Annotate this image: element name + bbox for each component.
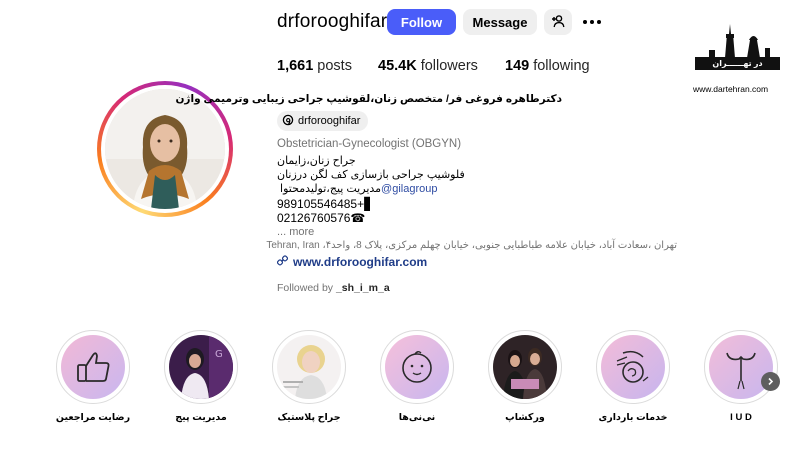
profile-category: Obstetrician-Gynecologist (OBGYN): [277, 138, 462, 150]
bio-line-2: فلوشیپ جراحی بازسازی کف لگن درزنان: [277, 169, 465, 181]
watermark-url: www.dartehran.com: [693, 84, 769, 94]
profile-full-name: دکترطاهره فروغی فر/ متخصص زنان،لقوشیپ جر…: [175, 93, 562, 105]
following-stat[interactable]: 149 following: [505, 58, 590, 74]
iud-icon: [709, 335, 773, 399]
portrait-photo: [277, 335, 341, 399]
profile-username: drforooghifar: [277, 11, 388, 32]
suggested-users-button[interactable]: [544, 9, 572, 35]
followed-by[interactable]: Followed by _sh_i_m_a: [277, 282, 390, 294]
follow-button[interactable]: Follow: [387, 9, 456, 35]
bio-line-1: جراح زنان،زایمان: [277, 155, 356, 167]
threads-badge[interactable]: drforooghifar: [277, 111, 369, 131]
workshop-photo: [493, 335, 557, 399]
bio-phone-1: 989105546485+▋: [277, 197, 374, 211]
link-icon: [276, 255, 289, 269]
highlight-pregnancy-services[interactable]: خدمات بارداری: [593, 330, 673, 423]
add-person-icon: [551, 14, 565, 31]
svg-text:G: G: [215, 349, 223, 360]
posts-stat: 1,661 posts: [277, 58, 352, 74]
baby-face-icon: [385, 335, 449, 399]
more-options-button[interactable]: [580, 12, 604, 32]
pregnancy-icon: [601, 335, 665, 399]
highlight-babies[interactable]: نی‌نی‌ها: [377, 330, 457, 423]
highlight-satisfaction[interactable]: رضایت مراجعین: [53, 330, 133, 423]
bio-line-3: مدیریت پیج،تولیدمحتوا @gilagroup: [277, 183, 438, 195]
threads-handle: drforooghifar: [298, 115, 361, 127]
bio-phone-2: 02126760576☎: [277, 211, 366, 225]
bio-address: تهران ،سعادت آباد، خیابان علامه طباطبایی…: [266, 240, 677, 251]
highlight-workshop[interactable]: ورکشاپ: [485, 330, 565, 423]
website-link[interactable]: www.drforooghifar.com: [276, 255, 427, 269]
chevron-right-icon: [766, 373, 775, 391]
message-button[interactable]: Message: [463, 9, 537, 35]
highlights-next-button[interactable]: [761, 372, 780, 391]
highlight-plastic-surgeon[interactable]: جراح پلاستیک: [269, 330, 349, 423]
followers-stat[interactable]: 45.4K followers: [378, 58, 478, 74]
avatar-photo: [105, 89, 225, 209]
threads-icon: [282, 114, 294, 129]
bio-more-link[interactable]: ... more: [277, 226, 314, 238]
gilagroup-mention-link[interactable]: @gilagroup: [381, 183, 437, 195]
watermark-band: در تهــــــران: [695, 57, 780, 70]
dartehran-watermark: در تهــــــران www.dartehran.com: [693, 22, 780, 97]
page-management-photo: G: [169, 335, 233, 399]
thumbs-up-icon: [61, 335, 125, 399]
highlight-page-management[interactable]: G مدیریت پیج: [161, 330, 241, 423]
